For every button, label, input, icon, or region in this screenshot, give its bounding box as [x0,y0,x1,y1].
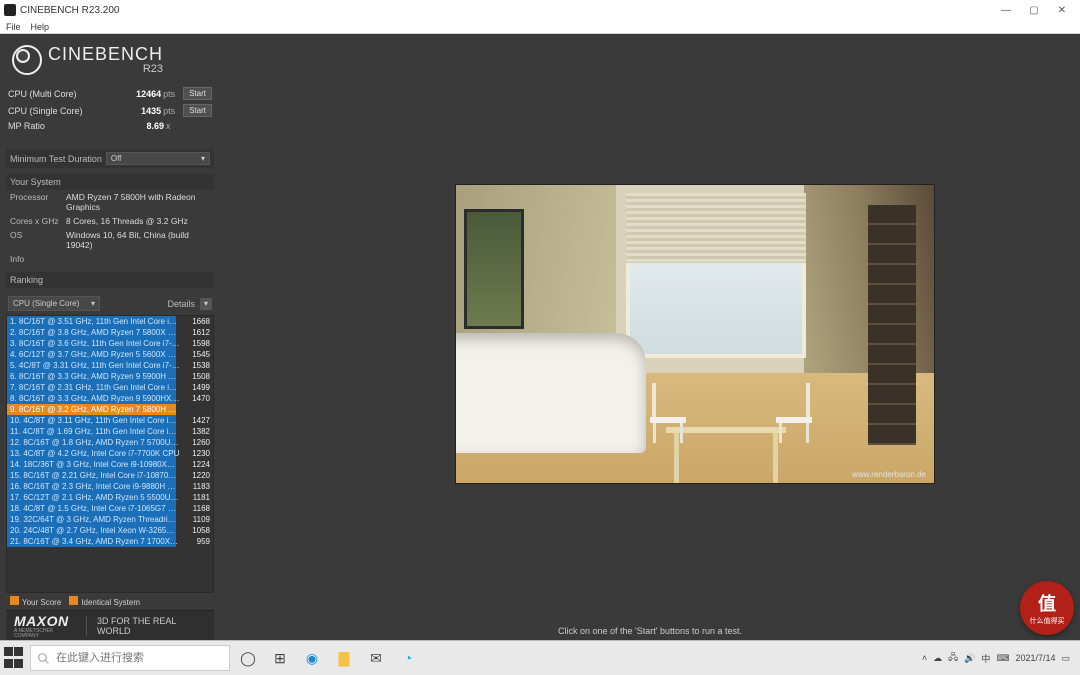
duration-row: Minimum Test Duration Off▾ [6,149,214,168]
menu-file[interactable]: File [6,22,21,32]
ranking-row[interactable]: 20. 24C/48T @ 2.7 GHz, Intel Xeon W-3265… [7,525,213,536]
ranking-row[interactable]: 19. 32C/64T @ 3 GHz, AMD Ryzen Threadrip… [7,514,213,525]
ranking-mode-select[interactable]: CPU (Single Core)▾ [8,296,100,311]
search-icon [37,652,50,665]
titlebar: CINEBENCH R23.200 — ▢ ✕ [0,0,1080,20]
search-input[interactable] [56,652,223,664]
taskbar-search[interactable] [30,645,230,671]
ranking-row[interactable]: 4. 6C/12T @ 3.7 GHz, AMD Ryzen 5 5600X 6… [7,349,213,360]
sys-os: Windows 10, 64 Bit, China (build 19042) [66,230,210,250]
ranking-list[interactable]: 1. 8C/16T @ 3.51 GHz, 11th Gen Intel Cor… [6,315,214,593]
cinebench-taskbar-icon[interactable]: ◔ [394,644,422,672]
minimize-button[interactable]: — [992,5,1020,16]
taskbar: ◯ ⊞ ◉ ▇ ✉ ◔ ˄ ☁ 🖧 🔊 中 ⌨ 2021/7/14 ▭ [0,640,1080,675]
system-header: Your System [6,174,214,190]
ranking-row[interactable]: 21. 8C/16T @ 3.4 GHz, AMD Ryzen 7 1700X … [7,536,213,547]
ranking-row[interactable]: 11. 4C/8T @ 1.69 GHz, 11th Gen Intel Cor… [7,426,213,437]
ranking-row[interactable]: 14. 18C/36T @ 3 GHz, Intel Core i9-10980… [7,459,213,470]
ranking-row[interactable]: 17. 6C/12T @ 2.1 GHz, AMD Ryzen 5 5500U … [7,492,213,503]
score-panel: CPU (Multi Core) 12464 pts Start CPU (Si… [6,85,214,133]
start-single-button[interactable]: Start [183,104,212,117]
sidebar: CINEBENCH R23 CPU (Multi Core) 12464 pts… [0,34,220,640]
ranking-row[interactable]: 9. 8C/16T @ 3.2 GHz, AMD Ryzen 7 5800H w… [7,404,213,415]
score-single-label: CPU (Single Core) [8,106,113,116]
ranking-row[interactable]: 3. 8C/16T @ 3.6 GHz, 11th Gen Intel Core… [7,338,213,349]
start-button[interactable] [4,647,26,669]
window-title: CINEBENCH R23.200 [20,5,119,16]
ranking-header: Ranking [6,272,214,288]
ranking-row[interactable]: 18. 4C/8T @ 1.5 GHz, Intel Core i7-1065G… [7,503,213,514]
cinebench-ring-icon [12,45,42,75]
render-watermark: www.renderbaron.de [852,470,926,479]
duration-label: Minimum Test Duration [10,154,102,164]
tray-keyboard-icon[interactable]: ⌨ [996,653,1009,664]
score-single-value: 1435 [113,106,161,116]
score-mp-label: MP Ratio [8,121,116,131]
tray-chevron-icon[interactable]: ˄ [922,653,927,663]
app-logo: CINEBENCH R23 [12,44,214,75]
maximize-button[interactable]: ▢ [1020,5,1048,16]
ranking-row[interactable]: 12. 8C/16T @ 1.8 GHz, AMD Ryzen 7 5700U … [7,437,213,448]
ranking-row[interactable]: 2. 8C/16T @ 3.8 GHz, AMD Ryzen 7 5800X 8… [7,327,213,338]
mail-icon[interactable]: ✉ [362,644,390,672]
system-tray[interactable]: ˄ ☁ 🖧 🔊 中 ⌨ 2021/7/14 ▭ [916,650,1076,666]
tray-network-icon[interactable]: 🖧 [948,650,958,666]
edge-icon[interactable]: ◉ [298,644,326,672]
ranking-legend: Your Score Identical System [6,593,214,610]
ranking-row[interactable]: 16. 8C/16T @ 2.3 GHz, Intel Core i9-9880… [7,481,213,492]
ranking-row[interactable]: 5. 4C/8T @ 3.31 GHz, 11th Gen Intel Core… [7,360,213,371]
duration-select[interactable]: Off▾ [106,152,210,165]
tray-notifications-icon[interactable]: ▭ [1061,653,1070,664]
ranking-row[interactable]: 8. 8C/16T @ 3.3 GHz, AMD Ryzen 9 5900HX … [7,393,213,404]
ranking-details-label: Details [167,299,197,309]
ranking-row[interactable]: 13. 4C/8T @ 4.2 GHz, Intel Core i7-7700K… [7,448,213,459]
logo-text: CINEBENCH [48,44,163,65]
cortana-icon[interactable]: ◯ [234,644,262,672]
maxon-bar: MAXON A NEMETSCHEK COMPANY 3D FOR THE RE… [6,610,214,640]
app-icon [4,4,16,16]
score-mp-value: 8.69 [116,121,164,131]
main-view: www.renderbaron.de Click on one of the '… [220,34,1080,640]
ranking-row[interactable]: 10. 4C/8T @ 3.11 GHz, 11th Gen Intel Cor… [7,415,213,426]
sys-processor: AMD Ryzen 7 5800H with Radeon Graphics [66,192,210,212]
ranking-details-toggle[interactable]: ▾ [200,298,212,310]
tray-volume-icon[interactable]: 🔊 [964,653,975,664]
hint-text: Click on one of the 'Start' buttons to r… [220,626,1080,636]
sys-cores: 8 Cores, 16 Threads @ 3.2 GHz [66,216,210,226]
menubar: File Help [0,20,1080,34]
sys-info [66,254,210,264]
tray-ime[interactable]: 中 [981,652,990,665]
start-multi-button[interactable]: Start [183,87,212,100]
tray-cloud-icon[interactable]: ☁ [933,653,942,664]
explorer-icon[interactable]: ▇ [330,644,358,672]
render-preview: www.renderbaron.de [455,184,935,484]
menu-help[interactable]: Help [31,22,50,32]
ranking-row[interactable]: 1. 8C/16T @ 3.51 GHz, 11th Gen Intel Cor… [7,316,213,327]
score-multi-label: CPU (Multi Core) [8,89,113,99]
ranking-row[interactable]: 7. 8C/16T @ 2.31 GHz, 11th Gen Intel Cor… [7,382,213,393]
task-view-icon[interactable]: ⊞ [266,644,294,672]
maxon-logo: MAXON [14,613,76,629]
tray-date[interactable]: 2021/7/14 [1015,653,1055,663]
ranking-row[interactable]: 15. 8C/16T @ 2.21 GHz, Intel Core i7-108… [7,470,213,481]
smzdm-sticker: 值 什么值得买 [1020,581,1074,635]
close-button[interactable]: ✕ [1048,5,1076,16]
score-multi-value: 12464 [113,89,161,99]
ranking-row[interactable]: 6. 8C/16T @ 3.3 GHz, AMD Ryzen 9 5900H w… [7,371,213,382]
